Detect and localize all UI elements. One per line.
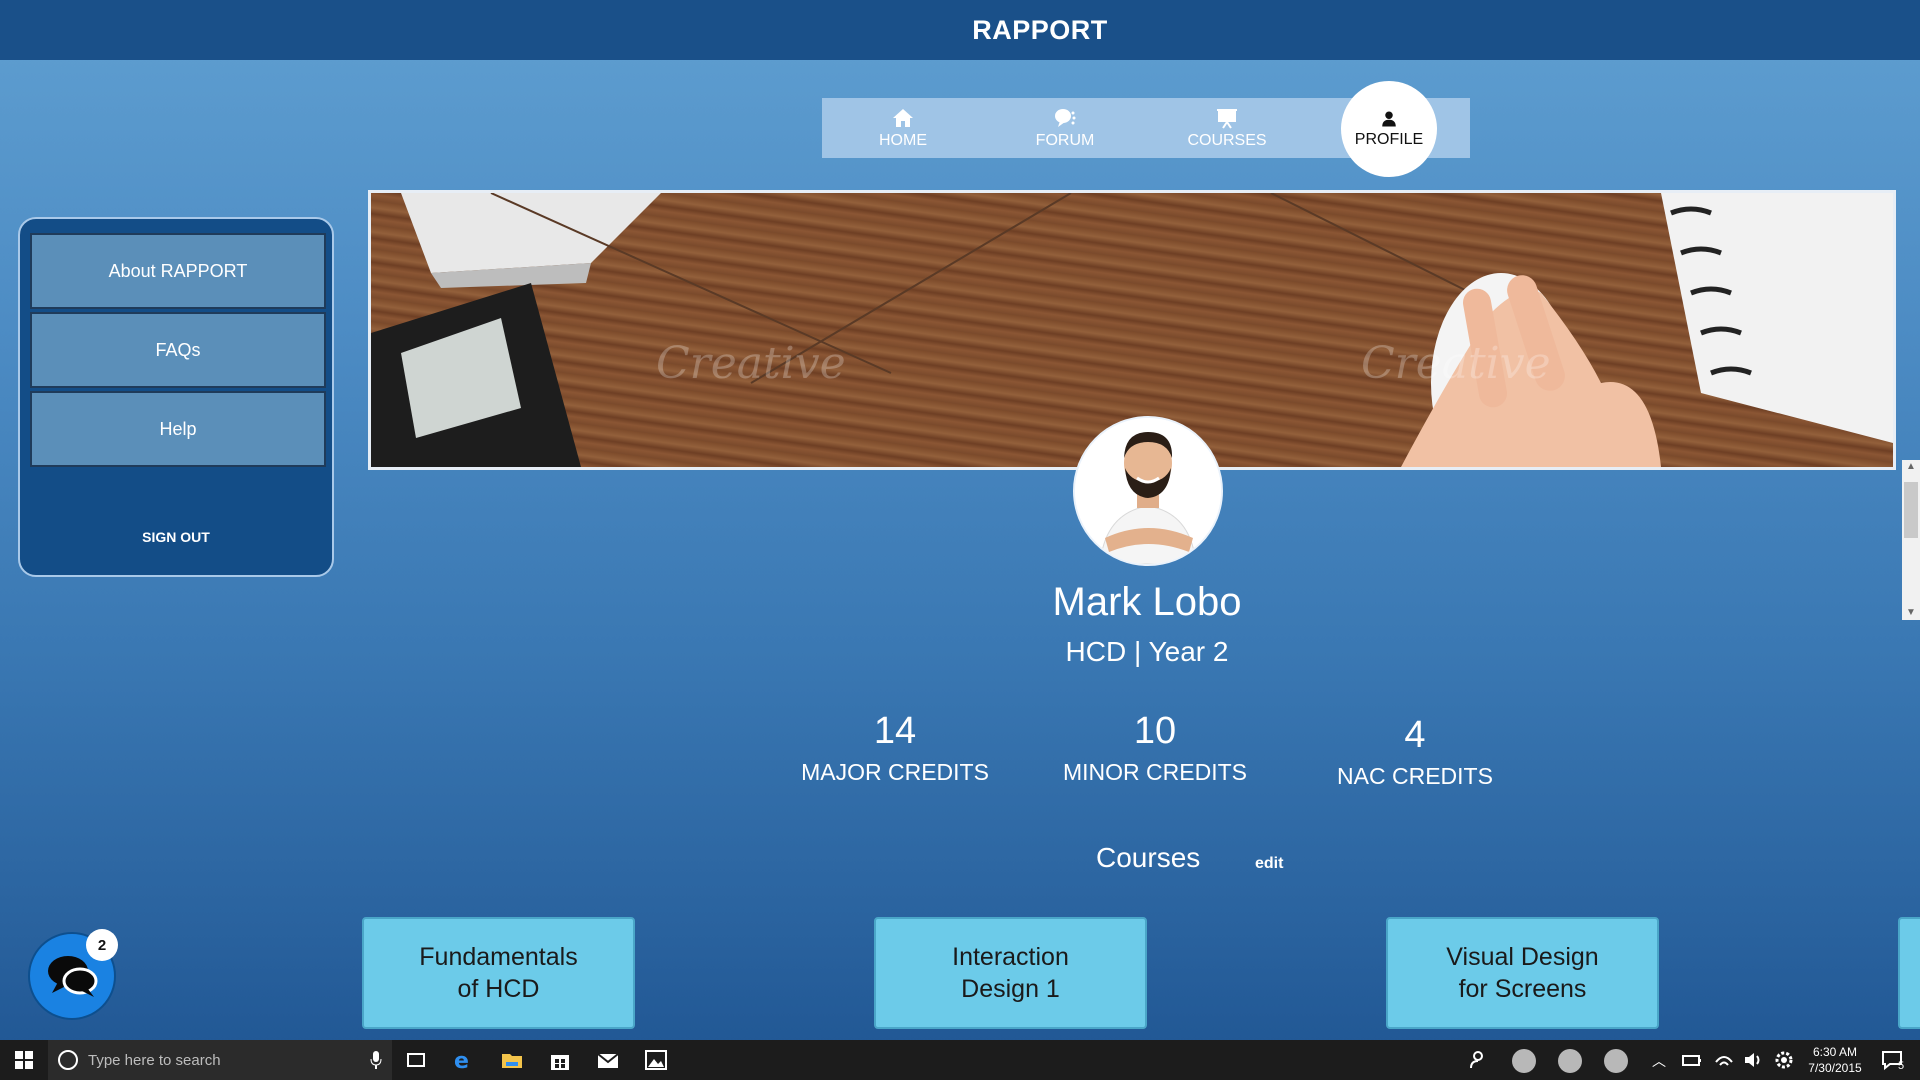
- nav-profile[interactable]: PROFILE: [1308, 81, 1470, 177]
- tray-app-icon[interactable]: [1604, 1049, 1628, 1073]
- task-view-icon[interactable]: [404, 1048, 428, 1072]
- nav-courses[interactable]: COURSES: [1146, 98, 1308, 158]
- stat-nac-credits: 4 NAC CREDITS: [1310, 714, 1520, 790]
- page-scrollbar[interactable]: ▲ ▼: [1902, 460, 1920, 620]
- chat-icon: [48, 956, 98, 997]
- stat-nac-label: NAC CREDITS: [1337, 763, 1493, 789]
- scrollbar-thumb[interactable]: [1904, 482, 1918, 538]
- nav-home[interactable]: HOME: [822, 98, 984, 158]
- stat-major-value: 14: [873, 710, 917, 752]
- profile-icon: [1382, 111, 1396, 127]
- sidebar-item-help[interactable]: Help: [30, 391, 326, 467]
- scroll-up-icon[interactable]: ▲: [1902, 460, 1920, 474]
- file-explorer-icon[interactable]: [500, 1048, 524, 1072]
- sidebar-item-faqs[interactable]: FAQs: [30, 312, 326, 388]
- profile-name: Mark Lobo: [1052, 580, 1242, 624]
- clock-time: 6:30 AM: [1812, 1045, 1858, 1059]
- course-card[interactable]: Visual Design for Screens: [1386, 917, 1659, 1029]
- nav-profile-label: PROFILE: [1354, 131, 1424, 148]
- app-title: RAPPORT: [972, 14, 1108, 45]
- home-icon: [893, 108, 913, 127]
- app-header: RAPPORT: [0, 0, 1920, 60]
- avatar[interactable]: [1073, 416, 1223, 566]
- battery-icon[interactable]: [1680, 1048, 1704, 1072]
- svg-text:Creative: Creative: [1361, 338, 1551, 389]
- show-hidden-icons-icon[interactable]: ︿: [1652, 1051, 1666, 1071]
- course-card-label: Fundamentals of HCD: [419, 942, 578, 1004]
- os-taskbar: Type here to search e ︿ 6:30 AM 7/30/201…: [0, 1040, 1920, 1080]
- tray-app-icon[interactable]: [1558, 1049, 1582, 1073]
- main-nav: HOME FORUM COURSES PROFILE: [822, 81, 1470, 177]
- wifi-icon[interactable]: [1712, 1048, 1736, 1072]
- sign-out-button[interactable]: SIGN OUT: [20, 529, 332, 545]
- svg-text:Creative: Creative: [656, 338, 846, 389]
- courses-icon: [1217, 108, 1237, 129]
- people-icon[interactable]: [1468, 1048, 1492, 1072]
- microphone-icon[interactable]: [370, 1051, 382, 1069]
- scroll-down-icon[interactable]: ▼: [1902, 606, 1920, 620]
- stat-major-label: MAJOR CREDITS: [801, 759, 989, 785]
- forum-icon: [1055, 108, 1076, 127]
- chat-badge: 2: [86, 929, 118, 961]
- stat-minor-label: MINOR CREDITS: [1063, 759, 1247, 785]
- nav-home-label: HOME: [879, 131, 927, 149]
- cortana-icon: [58, 1050, 78, 1070]
- clock-date: 7/30/2015: [1808, 1061, 1862, 1075]
- nav-courses-label: COURSES: [1187, 131, 1267, 149]
- course-card[interactable]: Interaction Design 1: [874, 917, 1147, 1029]
- stat-nac-value: 4: [1404, 714, 1426, 756]
- notification-count: 5: [1898, 1060, 1905, 1072]
- svg-text:e: e: [454, 1049, 469, 1072]
- volume-icon[interactable]: [1742, 1048, 1766, 1072]
- stat-major-credits: 14 MAJOR CREDITS: [790, 710, 1000, 786]
- edge-browser-icon[interactable]: e: [452, 1048, 476, 1072]
- course-card-label: Interaction Design 1: [952, 942, 1069, 1004]
- mail-icon[interactable]: [596, 1048, 620, 1072]
- nav-forum-label: FORUM: [1035, 131, 1095, 149]
- profile-program: HCD | Year 2: [1065, 636, 1229, 667]
- side-menu: About RAPPORT FAQs Help SIGN OUT: [18, 217, 334, 577]
- sidebar-item-about[interactable]: About RAPPORT: [30, 233, 326, 309]
- courses-edit-link[interactable]: edit: [1255, 855, 1283, 873]
- tray-app-icon[interactable]: [1512, 1049, 1536, 1073]
- start-button[interactable]: [0, 1040, 48, 1080]
- taskbar-clock[interactable]: 6:30 AM 7/30/2015: [1800, 1044, 1870, 1076]
- taskbar-search[interactable]: Type here to search: [48, 1040, 392, 1080]
- course-card-partial[interactable]: [1898, 917, 1920, 1029]
- course-card-label: Visual Design for Screens: [1446, 942, 1599, 1004]
- settings-icon[interactable]: [1772, 1048, 1796, 1072]
- store-icon[interactable]: [548, 1048, 572, 1072]
- courses-heading: Courses: [1096, 842, 1201, 873]
- stat-minor-credits: 10 MINOR CREDITS: [1050, 710, 1260, 786]
- nav-profile-active-indicator[interactable]: PROFILE: [1341, 81, 1437, 177]
- photos-icon[interactable]: [644, 1048, 668, 1072]
- course-card[interactable]: Fundamentals of HCD: [362, 917, 635, 1029]
- windows-icon: [15, 1051, 33, 1069]
- stat-minor-value: 10: [1133, 710, 1177, 752]
- taskbar-search-placeholder: Type here to search: [88, 1051, 221, 1069]
- nav-forum[interactable]: FORUM: [984, 98, 1146, 158]
